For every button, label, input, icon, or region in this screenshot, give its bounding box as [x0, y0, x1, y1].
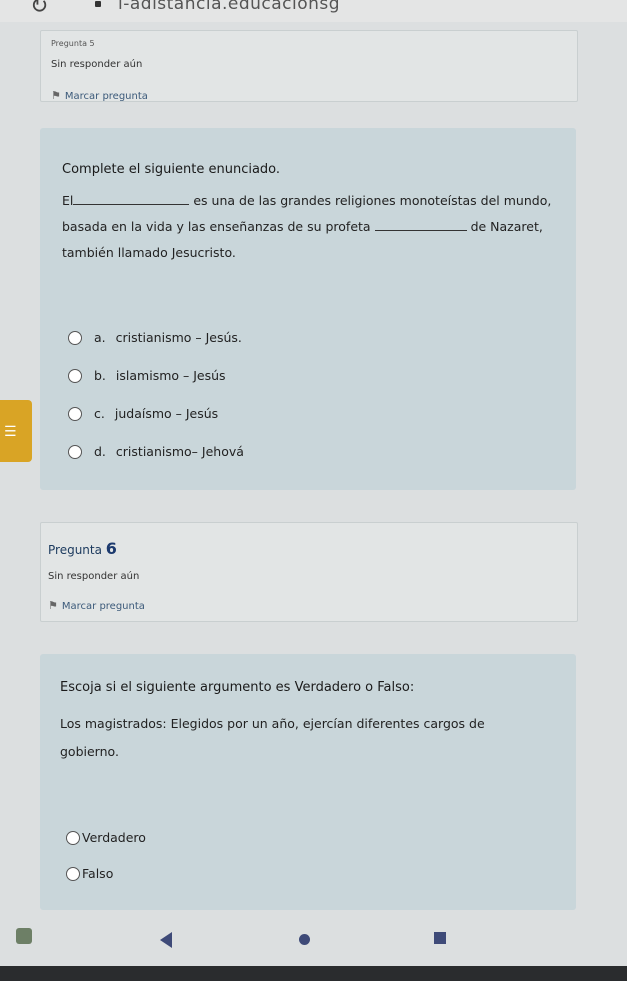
statement-part-3: de Nazaret, [470, 219, 543, 234]
blank-1 [73, 192, 190, 205]
question-6-prompt: Escoja si el siguiente argumento es Verd… [60, 680, 415, 695]
radio-button[interactable] [68, 330, 82, 345]
option-label: judaísmo – Jesús [114, 406, 219, 421]
statement-part-4: también llamado Jesucristo. [62, 245, 236, 260]
question-6-title-prefix: Pregunta [48, 543, 102, 557]
option-letter: a. [94, 330, 106, 345]
radio-button[interactable] [68, 444, 82, 459]
option-label: cristianismo – Jesús. [115, 330, 242, 345]
statement-part-2: basada en la vida y las enseñanzas de su… [62, 219, 371, 234]
radio-button[interactable] [68, 368, 82, 383]
lock-icon [95, 1, 101, 7]
question-5-prompt: Complete el siguiente enunciado. [62, 162, 281, 177]
flag-icon: ⚑ [48, 599, 58, 612]
statement-line-2: gobierno. [60, 744, 119, 759]
reload-icon[interactable]: ↻ [30, 0, 48, 19]
answer-option-b[interactable]: b. islamismo – Jesús [68, 368, 226, 383]
question-5-info: Pregunta 5 Sin responder aún ⚑ Marcar pre… [40, 30, 578, 102]
answer-option-verdadero[interactable]: Verdadero [66, 830, 146, 845]
home-circle-icon[interactable] [299, 934, 310, 945]
option-letter: d. [94, 444, 106, 459]
question-6-status: Sin responder aún [48, 571, 140, 582]
radio-button[interactable] [66, 866, 80, 881]
system-navigation-bar [0, 918, 627, 966]
option-letter: b. [94, 368, 106, 383]
flag-icon: ⚑ [51, 89, 61, 102]
recent-square-icon[interactable] [434, 932, 446, 944]
statement-part-1: es una de las grandes religiones monoteí… [193, 193, 552, 208]
menu-icon: ☰ [4, 424, 17, 440]
notification-icon [16, 928, 32, 944]
url-bar[interactable]: i-adistancia.educacionsg [118, 0, 340, 14]
question-5-status: Sin responder aún [51, 59, 143, 70]
option-label: cristianismo– Jehová [115, 444, 244, 459]
flag-question-6-label: Marcar pregunta [61, 601, 145, 612]
question-6-number: 6 [105, 539, 117, 558]
question-6-content: Escoja si el siguiente argumento es Verd… [40, 654, 576, 910]
option-letter: c. [94, 406, 105, 421]
radio-button[interactable] [68, 406, 82, 421]
answer-option-falso[interactable]: Falso [66, 866, 113, 881]
blank-2 [374, 218, 467, 231]
option-label: Verdadero [82, 830, 146, 845]
answer-option-a[interactable]: a. cristianismo – Jesús. [68, 330, 242, 345]
question-6-title: Pregunta 6 [48, 539, 117, 558]
question-5-title: Pregunta 5 [51, 39, 95, 48]
option-label: islamismo – Jesús [115, 368, 226, 383]
question-6-info: Pregunta 6 Sin responder aún ⚑ Marcar pre… [40, 522, 578, 622]
screen-bezel [0, 966, 627, 981]
flag-question-6[interactable]: ⚑ Marcar pregunta [48, 599, 145, 612]
question-5-statement: El es una de las grandes religiones mono… [62, 188, 572, 266]
option-label: Falso [82, 866, 114, 881]
question-6-statement: Los magistrados: Elegidos por un año, ej… [60, 710, 570, 766]
answer-option-d[interactable]: d. cristianismo– Jehová [68, 444, 244, 459]
flag-question-5-label: Marcar pregunta [64, 91, 148, 102]
answer-option-c[interactable]: c. judaísmo – Jesús [68, 406, 218, 421]
quiz-navigation-tab[interactable]: ☰ [0, 400, 32, 462]
flag-question-5[interactable]: ⚑ Marcar pregunta [51, 89, 148, 102]
back-triangle-icon[interactable] [160, 932, 172, 948]
browser-top-bar: ↻ i-adistancia.educacionsg [0, 0, 627, 22]
question-5-content: Complete el siguiente enunciado. El es u… [40, 128, 576, 490]
radio-button[interactable] [66, 830, 80, 845]
statement-line-1: Los magistrados: Elegidos por un año, ej… [60, 716, 485, 731]
statement-start: El [62, 193, 74, 208]
